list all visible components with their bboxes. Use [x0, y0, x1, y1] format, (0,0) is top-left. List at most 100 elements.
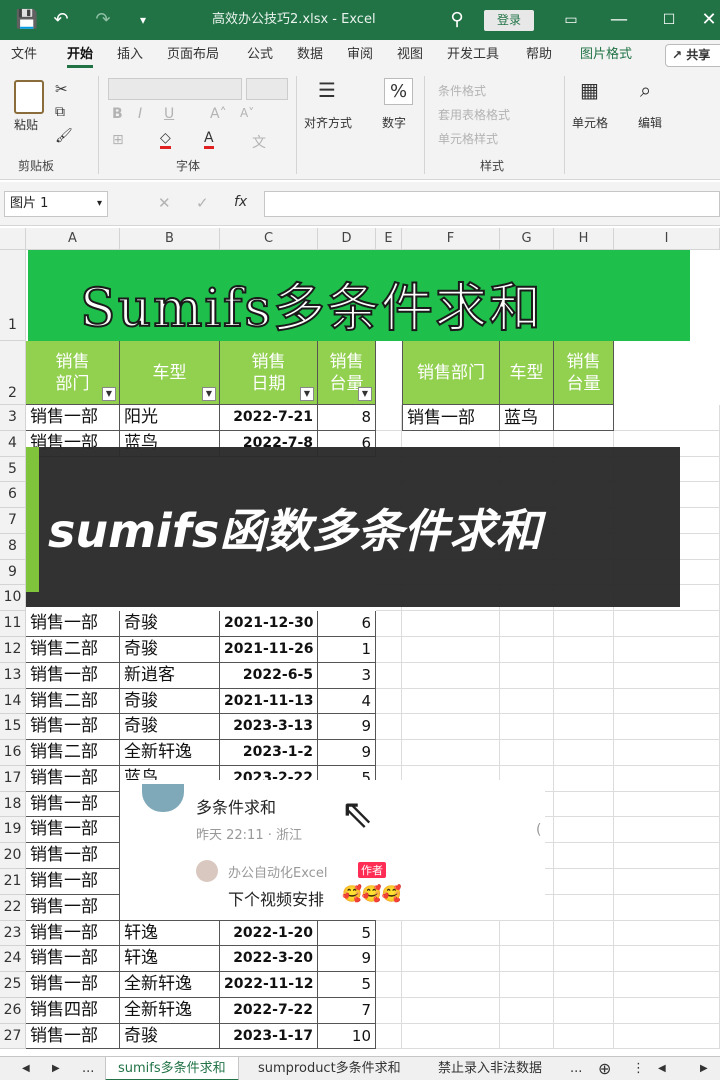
- empty-cell[interactable]: [554, 662, 614, 689]
- row-header[interactable]: 9: [0, 559, 26, 586]
- maximize-icon[interactable]: ☐: [654, 0, 684, 40]
- empty-cell[interactable]: [614, 920, 720, 947]
- cell-qty[interactable]: 10: [318, 1023, 376, 1050]
- login-button[interactable]: 登录: [484, 10, 534, 31]
- cell-dept[interactable]: 销售一部: [26, 1023, 120, 1050]
- empty-cell[interactable]: [402, 997, 500, 1024]
- row-header[interactable]: 4: [0, 430, 26, 457]
- row-header[interactable]: 10: [0, 585, 26, 612]
- empty-cell[interactable]: [614, 662, 720, 689]
- tab-file[interactable]: 文件: [11, 40, 37, 70]
- cell-date[interactable]: 2022-1-20: [220, 920, 318, 947]
- empty-cell[interactable]: [614, 714, 720, 741]
- cell-dept[interactable]: 销售一部: [26, 765, 120, 792]
- next-sheet-icon[interactable]: ▶: [52, 1057, 60, 1080]
- empty-cell[interactable]: [614, 843, 720, 870]
- tab-picture-format[interactable]: 图片格式: [580, 40, 632, 70]
- row-header[interactable]: 21: [0, 869, 26, 895]
- empty-cell[interactable]: [500, 946, 554, 973]
- cell-qty[interactable]: 5: [318, 972, 376, 998]
- phonetic-icon[interactable]: 文: [252, 132, 266, 152]
- empty-cell[interactable]: [402, 611, 500, 637]
- scroll-left-icon[interactable]: ◀: [658, 1057, 666, 1080]
- number-label[interactable]: 数字: [382, 114, 406, 131]
- col-header-c[interactable]: C: [220, 228, 318, 250]
- empty-cell[interactable]: [376, 946, 402, 973]
- cell-dept[interactable]: 销售一部: [26, 869, 120, 895]
- cell-dept[interactable]: 销售一部: [26, 405, 120, 431]
- row-header[interactable]: 26: [0, 997, 26, 1024]
- empty-cell[interactable]: [554, 972, 614, 998]
- italic-button[interactable]: I: [138, 106, 142, 122]
- empty-cell[interactable]: [402, 946, 500, 973]
- empty-cell[interactable]: [554, 765, 614, 792]
- row-header[interactable]: 7: [0, 508, 26, 534]
- cell-date[interactable]: 2022-3-20: [220, 946, 318, 973]
- col-header-f[interactable]: F: [402, 228, 500, 250]
- underline-button[interactable]: U: [164, 106, 174, 122]
- add-sheet-icon[interactable]: ⊕: [598, 1057, 611, 1080]
- empty-cell[interactable]: [500, 920, 554, 947]
- empty-cell[interactable]: [554, 997, 614, 1024]
- empty-cell[interactable]: [500, 688, 554, 715]
- cell-date[interactable]: 2022-11-12: [220, 972, 318, 998]
- empty-cell[interactable]: [614, 688, 720, 715]
- save-icon[interactable]: 💾: [12, 0, 42, 40]
- tab-home[interactable]: 开始: [67, 40, 94, 70]
- more-sheets-icon[interactable]: ...: [82, 1057, 94, 1080]
- tab-review[interactable]: 审阅: [347, 40, 373, 70]
- row-header[interactable]: 23: [0, 920, 26, 947]
- copy-icon[interactable]: ⧉: [55, 104, 65, 120]
- bold-button[interactable]: B: [112, 106, 123, 122]
- cell-qty[interactable]: 3: [318, 662, 376, 689]
- empty-cell[interactable]: [500, 637, 554, 663]
- cell-car[interactable]: 奇骏: [120, 688, 220, 715]
- cell-date[interactable]: 2021-11-26: [220, 637, 318, 663]
- filter-dropdown-icon[interactable]: ▼: [300, 387, 314, 401]
- format-painter-icon[interactable]: 🖌: [55, 128, 73, 144]
- cond-format-button[interactable]: 条件格式: [438, 82, 486, 99]
- table-format-button[interactable]: 套用表格格式: [438, 106, 510, 123]
- empty-cell[interactable]: [554, 920, 614, 947]
- cell-car[interactable]: 全新轩逸: [120, 740, 220, 766]
- cell-car[interactable]: 阳光: [120, 405, 220, 431]
- cell-dept[interactable]: 销售一部: [26, 946, 120, 973]
- empty-cell[interactable]: [554, 843, 614, 870]
- empty-cell[interactable]: [554, 894, 614, 921]
- empty-cell[interactable]: [614, 611, 720, 637]
- cell-dept[interactable]: 销售一部: [26, 662, 120, 689]
- empty-cell[interactable]: [402, 714, 500, 741]
- row-header[interactable]: 3: [0, 405, 26, 431]
- paste-icon[interactable]: [14, 80, 44, 114]
- cell-date[interactable]: 2023-1-17: [220, 1023, 318, 1050]
- edit-label[interactable]: 编辑: [638, 114, 662, 131]
- cancel-icon[interactable]: ✕: [158, 194, 171, 212]
- sheet-scroll-grip[interactable]: ⋮: [632, 1057, 645, 1080]
- criteria-dept[interactable]: 销售一部: [402, 405, 500, 431]
- font-name-select[interactable]: [108, 78, 242, 100]
- empty-cell[interactable]: [554, 869, 614, 895]
- row-header[interactable]: 6: [0, 482, 26, 509]
- row-header[interactable]: 27: [0, 1023, 26, 1050]
- empty-cell[interactable]: [614, 869, 720, 895]
- tab-developer[interactable]: 开发工具: [447, 40, 499, 70]
- ribbon-display-icon[interactable]: ▭: [556, 0, 586, 40]
- empty-cell[interactable]: [554, 688, 614, 715]
- customize-toolbar-icon[interactable]: ▾: [128, 0, 158, 40]
- cells-label[interactable]: 单元格: [572, 114, 608, 131]
- row-header[interactable]: 2: [0, 341, 26, 405]
- empty-cell[interactable]: [554, 791, 614, 818]
- empty-cell[interactable]: [376, 714, 402, 741]
- cell-date[interactable]: 2021-11-13: [220, 688, 318, 715]
- cell-car[interactable]: 奇骏: [120, 1023, 220, 1050]
- formula-input[interactable]: [264, 191, 720, 217]
- empty-cell[interactable]: [376, 662, 402, 689]
- enter-icon[interactable]: ✓: [196, 194, 209, 212]
- row-header[interactable]: 5: [0, 456, 26, 483]
- empty-cell[interactable]: [376, 637, 402, 663]
- select-all-corner[interactable]: [0, 228, 26, 250]
- row-header[interactable]: 8: [0, 533, 26, 560]
- filter-dropdown-icon[interactable]: ▼: [202, 387, 216, 401]
- row-header[interactable]: 15: [0, 714, 26, 741]
- cell-qty[interactable]: 6: [318, 611, 376, 637]
